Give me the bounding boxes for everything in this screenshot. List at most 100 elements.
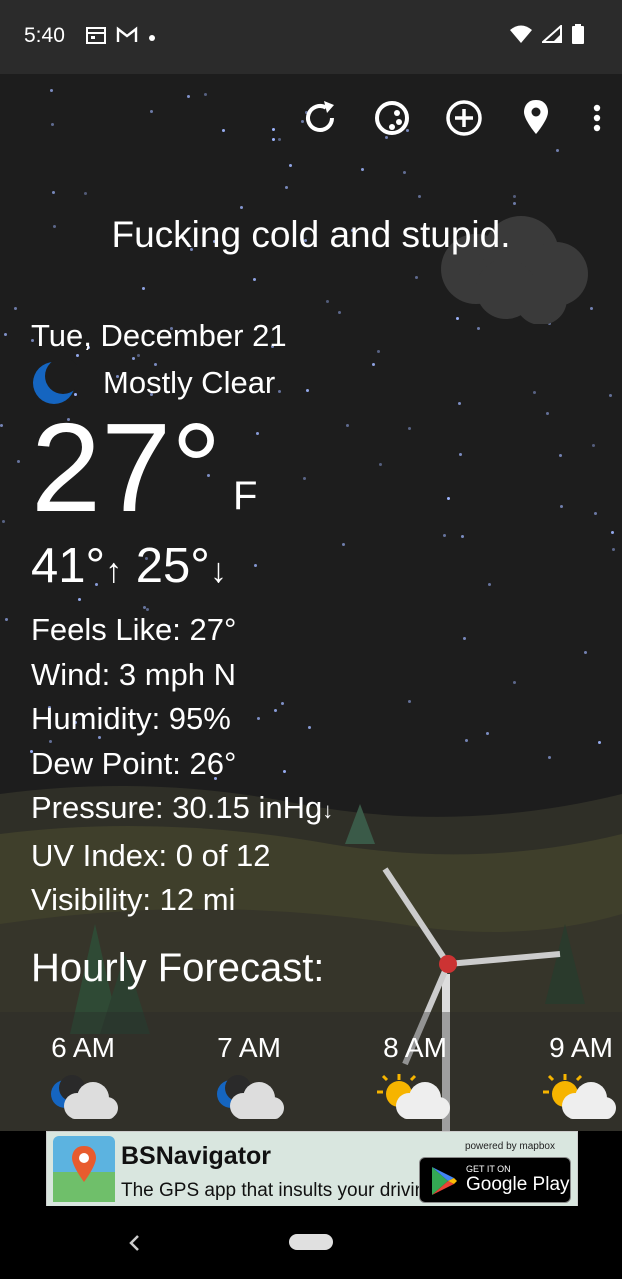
star [612,548,615,551]
star [361,168,364,171]
star [379,463,382,466]
google-play-icon [432,1167,457,1195]
star [346,424,349,427]
hour-time: 7 AM [217,1032,281,1063]
ad-title: BSNavigator [121,1142,272,1170]
star [559,454,562,457]
star [513,195,516,198]
back-icon[interactable] [126,1233,142,1253]
star [289,164,292,167]
palette-icon [375,101,409,135]
star [548,756,551,759]
hourly-item[interactable]: 8 AM [360,1032,470,1129]
feels-like: Feels Like: 27° [31,612,237,647]
hourly-item[interactable]: 7 AM [194,1032,304,1129]
status-bar: 5:40 [0,0,622,74]
store-label: Google Play [466,1174,570,1195]
star [142,287,145,290]
star [51,123,54,126]
star [272,128,275,131]
calendar-icon [86,26,106,49]
home-pill[interactable] [289,1234,333,1250]
date-label: Tue, December 21 [31,318,287,353]
condition-label: Mostly Clear [103,365,276,400]
pressure: Pressure: 30.15 inHg↓ [31,786,333,834]
star [338,311,341,314]
star [443,534,446,537]
star [463,637,466,640]
hour-time: 9 AM [549,1032,613,1063]
star [50,89,53,92]
arrow-down-icon: ↓ [322,798,334,823]
star [150,110,153,113]
star [5,618,8,621]
star [253,278,256,281]
star [447,497,450,500]
ad-banner[interactable]: BSNavigator The GPS app that insults you… [46,1131,578,1208]
more-vert-icon [593,104,601,132]
visibility: Visibility: 12 mi [31,882,236,917]
google-play-button[interactable]: GET IT ON Google Play [419,1157,571,1203]
status-time: 5:40 [24,24,65,47]
star [222,129,225,132]
toolbar [284,96,622,140]
star [2,520,5,523]
star [611,531,614,534]
star [465,739,468,742]
navigation-bar [0,1206,622,1279]
moon-cloud-icon [194,1072,304,1129]
theme-button[interactable] [356,96,428,140]
temperature-unit: F [233,474,258,518]
current-temperature: 27° [31,397,222,538]
star [272,138,275,141]
gmail-icon [116,26,138,49]
dew-point: Dew Point: 26° [31,745,237,781]
star [556,149,559,152]
star [204,93,207,96]
battery-icon [572,24,584,49]
low-temp: 25° [135,539,210,593]
star [584,651,587,654]
star [17,460,20,463]
uv-index: UV Index: 0 of 12 [31,837,271,873]
sun-cloud-icon [360,1072,470,1129]
hourly-forecast-strip[interactable]: 6 AM 7 AM 8 AM 9 AM [0,1012,622,1131]
arrow-down-icon: ↓ [209,552,227,590]
star [377,350,380,353]
humidity: Humidity: 95% [31,701,231,736]
star [594,512,597,515]
star [278,138,281,141]
store-label-small: GET IT ON [466,1164,511,1174]
refresh-button[interactable] [284,96,356,140]
star [4,333,7,336]
signal-icon [540,23,562,48]
weather-background: Fucking cold and stupid. Tue, December 2… [0,74,622,1131]
star [187,95,190,98]
location-pin-icon [524,100,548,134]
star [592,444,595,447]
location-button[interactable] [500,96,572,140]
ad-subtitle: The GPS app that insults your driving. [121,1180,441,1201]
refresh-icon [306,101,334,132]
high-low: 41°↑ 25°↓ [31,538,333,594]
star [403,171,406,174]
overflow-menu-button[interactable] [572,96,622,140]
hourly-item[interactable]: 9 AM [526,1032,622,1129]
star [418,195,421,198]
star [342,543,345,546]
star [609,394,612,397]
star [486,732,489,735]
add-location-button[interactable] [428,96,500,140]
star [513,681,516,684]
details-list: Feels Like: 27° Wind: 3 mph N Humidity: … [31,608,333,923]
star [477,327,480,330]
hour-time: 8 AM [383,1032,447,1063]
star [326,300,329,303]
hourly-item[interactable]: 6 AM [28,1032,138,1129]
star [408,427,411,430]
moon-cloud-icon [28,1072,138,1129]
notification-dot-icon [148,29,156,47]
star [488,583,491,586]
current-conditions: Tue, December 21 Mostly Clear 27° F 41°↑… [31,318,333,923]
star [285,186,288,189]
